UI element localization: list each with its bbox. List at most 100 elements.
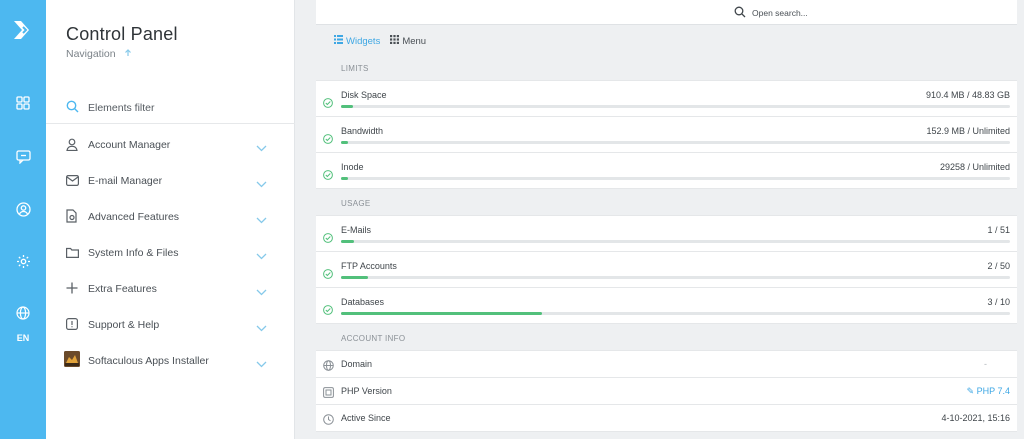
sidebar-item-label: Softaculous Apps Installer — [88, 355, 209, 367]
section-heading-limits: LIMITS — [316, 54, 1017, 81]
search-icon — [66, 100, 79, 118]
sidebar-item-account-manager[interactable]: Account Manager — [46, 127, 295, 163]
progress-bar — [341, 105, 1010, 108]
row-value: 3 / 10 — [987, 297, 1010, 307]
alert-box-icon — [65, 317, 79, 331]
sidebar-item-softaculous[interactable]: Softaculous Apps Installer — [46, 343, 295, 379]
row-label: Domain — [341, 359, 373, 369]
plus-icon — [65, 281, 79, 295]
progress-fill — [341, 312, 542, 315]
progress-fill — [341, 240, 355, 243]
language-code[interactable]: EN — [0, 333, 46, 343]
check-circle-icon — [323, 167, 333, 185]
section-heading-usage: USAGE — [316, 189, 1017, 216]
settings-gear-icon[interactable] — [0, 254, 46, 269]
globe-icon[interactable] — [0, 306, 46, 320]
row-label: FTP Accounts — [341, 261, 397, 271]
chat-bubble-icon[interactable] — [0, 150, 46, 164]
check-circle-icon — [323, 302, 333, 320]
row-value: 2 / 50 — [987, 261, 1010, 271]
info-row-php-version: PHP Version ✎ PHP 7.4 — [316, 378, 1017, 405]
chevron-down-icon[interactable] — [256, 319, 267, 337]
info-row-domain: Domain - — [316, 351, 1017, 378]
document-gear-icon — [65, 209, 79, 223]
row-label: Disk Space — [341, 90, 387, 100]
sidebar-item-system-info-files[interactable]: System Info & Files — [46, 235, 295, 271]
progress-bar — [341, 240, 1010, 243]
row-value: 152.9 MB / Unlimited — [926, 126, 1010, 136]
softaculous-icon — [64, 351, 80, 367]
sidebar-item-label: Extra Features — [88, 283, 157, 295]
grid-icon — [390, 35, 400, 47]
progress-bar — [341, 276, 1010, 279]
navigation-sidebar: Control Panel Navigation Elements filter… — [46, 0, 295, 439]
envelope-icon — [65, 173, 79, 187]
row-value: - — [984, 359, 987, 369]
row-value: 29258 / Unlimited — [939, 162, 1010, 172]
php-version-link[interactable]: ✎ PHP 7.4 — [967, 386, 1010, 397]
chevron-down-icon[interactable] — [256, 247, 267, 265]
user-circle-icon[interactable] — [0, 202, 46, 217]
search-bar[interactable]: Open search... — [316, 0, 1017, 25]
section-heading-account-info: ACCOUNT INFO — [316, 324, 1017, 351]
info-row-active-since: Active Since 4-10-2021, 15:16 — [316, 405, 1017, 432]
check-circle-icon — [323, 266, 333, 284]
server-icon — [323, 385, 334, 403]
limit-row-bandwidth: Bandwidth 152.9 MB / Unlimited — [316, 117, 1017, 153]
chevron-down-icon[interactable] — [256, 355, 267, 373]
app-rail: EN — [0, 0, 46, 439]
row-label: Inode — [341, 162, 364, 172]
sidebar-item-label: System Info & Files — [88, 247, 179, 259]
dashboard-grid-icon[interactable] — [0, 96, 46, 110]
limit-row-inode: Inode 29258 / Unlimited — [316, 153, 1017, 189]
pencil-icon: ✎ — [966, 386, 975, 396]
chevron-down-icon[interactable] — [256, 175, 267, 193]
elements-filter[interactable]: Elements filter — [46, 94, 295, 124]
usage-row-emails: E-Mails 1 / 51 — [316, 216, 1017, 252]
row-label: PHP Version — [341, 386, 392, 396]
globe-icon — [323, 358, 334, 376]
row-label: Bandwidth — [341, 126, 384, 136]
folder-icon — [65, 245, 79, 259]
search-icon — [734, 6, 746, 20]
pin-icon[interactable] — [124, 48, 132, 60]
sidebar-item-email-manager[interactable]: E-mail Manager — [46, 163, 295, 199]
sidebar-item-extra-features[interactable]: Extra Features — [46, 271, 295, 307]
check-circle-icon — [323, 230, 333, 248]
clock-icon — [323, 412, 334, 430]
progress-fill — [341, 141, 348, 144]
navigation-subtitle: Navigation — [66, 48, 132, 60]
sidebar-item-label: Support & Help — [88, 319, 160, 331]
tab-menu-label: Menu — [402, 35, 427, 47]
tab-widgets-label: Widgets — [346, 35, 381, 47]
search-placeholder: Open search... — [752, 8, 808, 18]
row-label: Databases — [341, 297, 385, 307]
php-version-value: PHP 7.4 — [976, 386, 1010, 396]
progress-fill — [341, 177, 348, 180]
chevron-down-icon[interactable] — [256, 139, 267, 157]
tab-widgets[interactable]: Widgets — [334, 35, 380, 47]
sidebar-item-support-help[interactable]: Support & Help — [46, 307, 295, 343]
tab-menu[interactable]: Menu — [390, 35, 426, 47]
chevron-down-icon[interactable] — [256, 211, 267, 229]
limit-row-disk-space: Disk Space 910.4 MB / 48.83 GB — [316, 81, 1017, 117]
dashboard-main: Open search... Widgets Menu LIMITS Disk … — [316, 0, 1017, 439]
sidebar-item-label: Account Manager — [88, 139, 171, 151]
progress-bar — [341, 312, 1010, 315]
usage-row-ftp-accounts: FTP Accounts 2 / 50 — [316, 252, 1017, 288]
chevron-down-icon[interactable] — [256, 283, 267, 301]
arrow-logo-icon[interactable] — [0, 18, 46, 42]
sidebar-item-label: E-mail Manager — [88, 175, 163, 187]
progress-fill — [341, 105, 354, 108]
check-circle-icon — [323, 95, 333, 113]
row-label: Active Since — [341, 413, 391, 423]
subtitle-label: Navigation — [66, 48, 116, 60]
user-icon — [65, 137, 79, 151]
row-label: E-Mails — [341, 225, 372, 235]
page-title: Control Panel — [66, 24, 178, 44]
sidebar-item-advanced-features[interactable]: Advanced Features — [46, 199, 295, 235]
row-value: 1 / 51 — [987, 225, 1010, 235]
list-icon — [334, 35, 343, 47]
usage-row-databases: Databases 3 / 10 — [316, 288, 1017, 324]
row-value: 910.4 MB / 48.83 GB — [925, 90, 1010, 100]
